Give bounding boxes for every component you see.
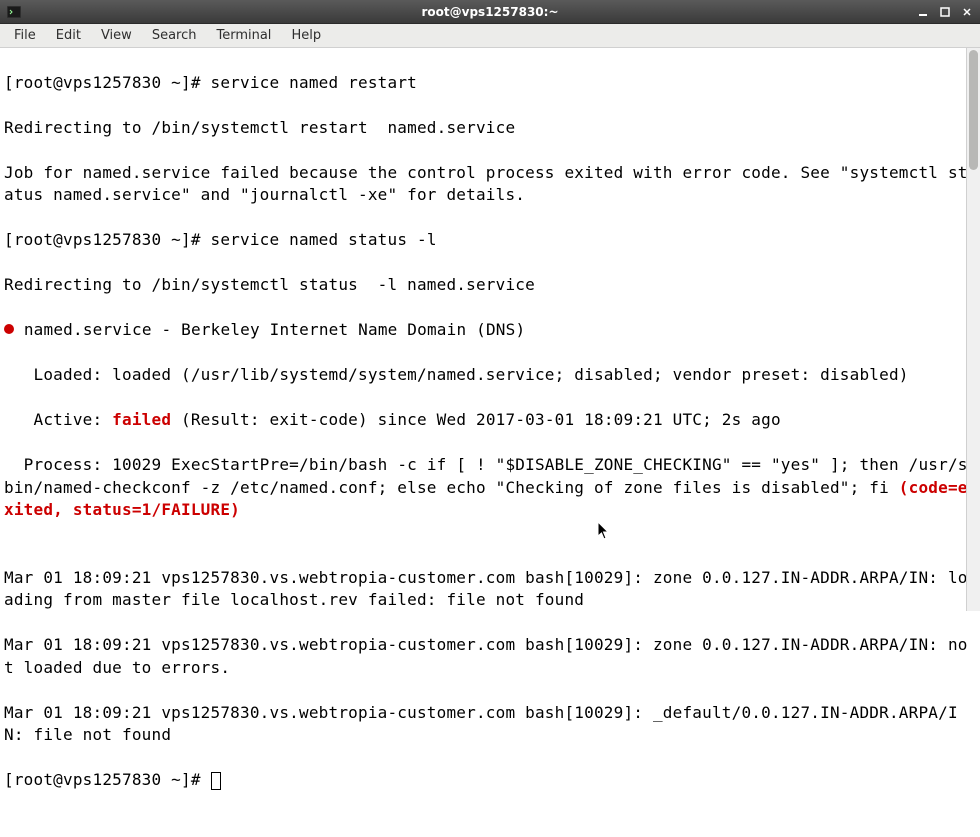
loaded-line: Loaded: loaded (/usr/lib/systemd/system/… bbox=[4, 364, 976, 387]
log-line-3: Mar 01 18:09:21 vps1257830.vs.webtropia-… bbox=[4, 702, 976, 747]
scrollbar-thumb[interactable] bbox=[969, 50, 978, 170]
service-header: named.service - Berkeley Internet Name D… bbox=[4, 319, 976, 342]
output-redirect-1: Redirecting to /bin/systemctl restart na… bbox=[4, 117, 976, 140]
log-line-2: Mar 01 18:09:21 vps1257830.vs.webtropia-… bbox=[4, 634, 976, 679]
process-line: Process: 10029 ExecStartPre=/bin/bash -c… bbox=[4, 454, 976, 522]
scrollbar[interactable] bbox=[966, 48, 980, 611]
prompt: [root@vps1257830 ~]# bbox=[4, 230, 211, 249]
menu-terminal[interactable]: Terminal bbox=[206, 26, 281, 45]
terminal-output[interactable]: [root@vps1257830 ~]# service named resta… bbox=[0, 48, 980, 837]
active-status: failed bbox=[112, 410, 171, 429]
prompt-line-3: [root@vps1257830 ~]# bbox=[4, 769, 976, 792]
output-error-1: Job for named.service failed because the… bbox=[4, 162, 976, 207]
active-suffix: (Result: exit-code) since Wed 2017-03-01… bbox=[171, 410, 781, 429]
terminal-cursor bbox=[211, 772, 221, 790]
menu-bar: File Edit View Search Terminal Help bbox=[0, 24, 980, 48]
prompt-line-1: [root@vps1257830 ~]# service named resta… bbox=[4, 72, 976, 95]
window-controls bbox=[914, 4, 976, 20]
command-1: service named restart bbox=[211, 73, 418, 92]
service-name-line: named.service - Berkeley Internet Name D… bbox=[14, 320, 525, 339]
window-title: root@vps1257830:~ bbox=[422, 5, 559, 19]
close-button[interactable] bbox=[958, 4, 976, 20]
minimize-button[interactable] bbox=[914, 4, 932, 20]
active-prefix: Active: bbox=[4, 410, 112, 429]
log-line-1: Mar 01 18:09:21 vps1257830.vs.webtropia-… bbox=[4, 567, 976, 612]
prompt: [root@vps1257830 ~]# bbox=[4, 770, 211, 789]
output-redirect-2: Redirecting to /bin/systemctl status -l … bbox=[4, 274, 976, 297]
menu-file[interactable]: File bbox=[4, 26, 46, 45]
process-text: Process: 10029 ExecStartPre=/bin/bash -c… bbox=[4, 455, 968, 497]
menu-edit[interactable]: Edit bbox=[46, 26, 91, 45]
menu-view[interactable]: View bbox=[91, 26, 142, 45]
active-line: Active: failed (Result: exit-code) since… bbox=[4, 409, 976, 432]
menu-help[interactable]: Help bbox=[281, 26, 331, 45]
prompt: [root@vps1257830 ~]# bbox=[4, 73, 211, 92]
command-2: service named status -l bbox=[211, 230, 437, 249]
window-titlebar: root@vps1257830:~ bbox=[0, 0, 980, 24]
maximize-button[interactable] bbox=[936, 4, 954, 20]
terminal-area[interactable]: [root@vps1257830 ~]# service named resta… bbox=[0, 48, 980, 611]
status-dot-icon bbox=[4, 324, 14, 334]
prompt-line-2: [root@vps1257830 ~]# service named statu… bbox=[4, 229, 976, 252]
menu-search[interactable]: Search bbox=[142, 26, 207, 45]
terminal-app-icon bbox=[6, 4, 22, 20]
